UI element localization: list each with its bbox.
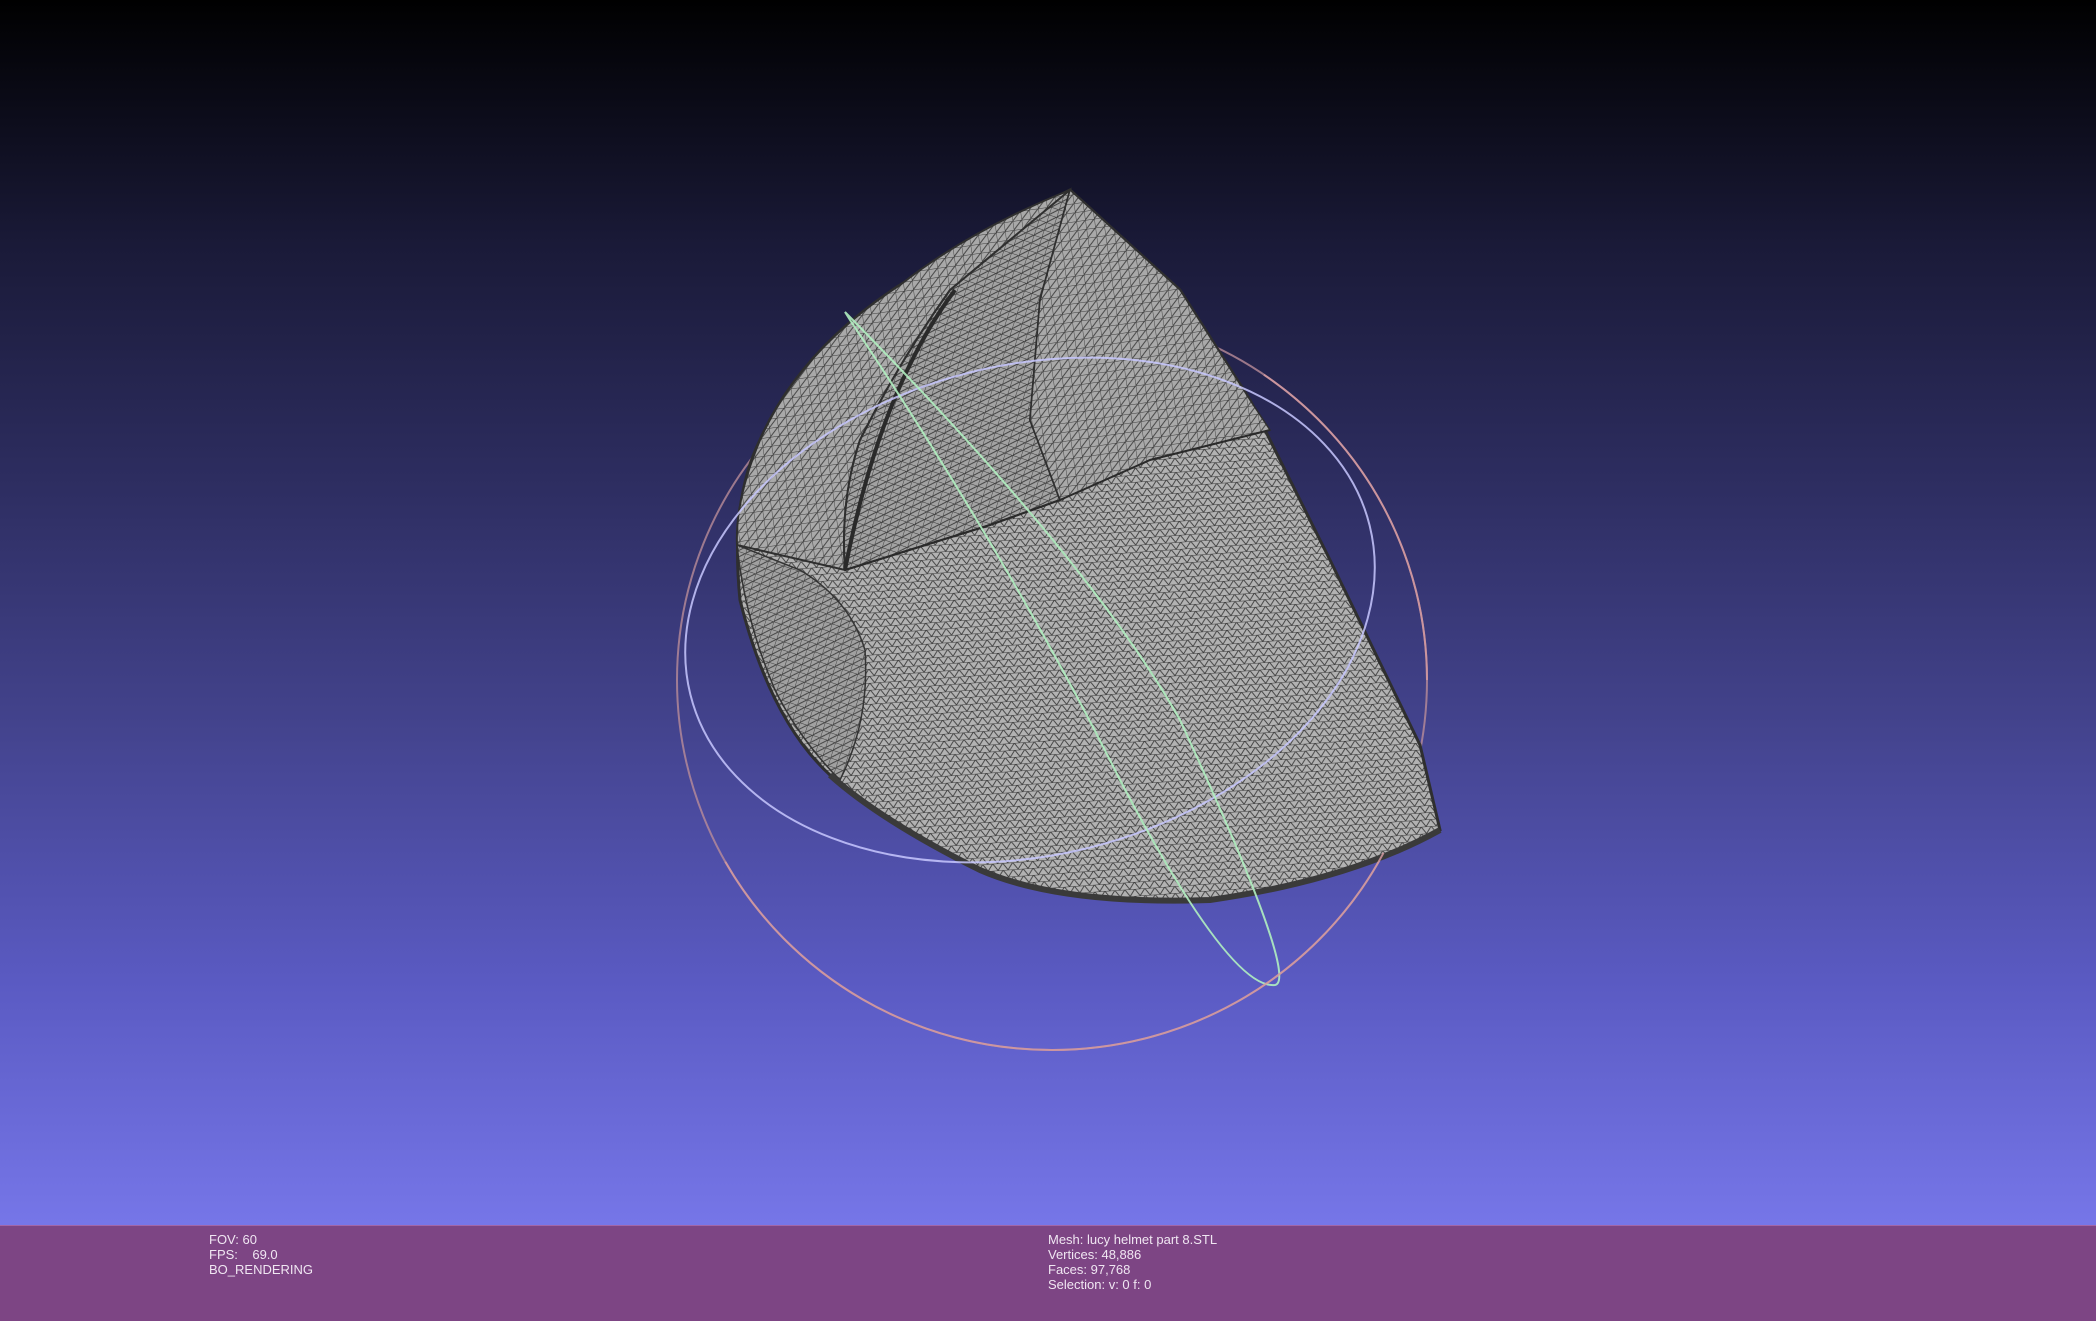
render-info: FOV: 60 FPS: 69.0 BO_RENDERING xyxy=(209,1232,313,1277)
mesh-info: Mesh: lucy helmet part 8.STL Vertices: 4… xyxy=(1048,1232,1217,1292)
scene-canvas[interactable] xyxy=(0,0,2096,1225)
mesh-name-text: Mesh: lucy helmet part 8.STL xyxy=(1048,1232,1218,1247)
vertices-text: Vertices: 48,886 xyxy=(1048,1247,1142,1262)
fps-text: FPS: 69.0 xyxy=(209,1247,278,1262)
faces-text: Faces: 97,768 xyxy=(1048,1262,1131,1277)
status-info-bar: FOV: 60 FPS: 69.0 BO_RENDERING Mesh: luc… xyxy=(0,1225,2096,1321)
helmet-mesh[interactable] xyxy=(735,187,1442,904)
selection-text: Selection: v: 0 f: 0 xyxy=(1048,1277,1152,1292)
render-mode-text: BO_RENDERING xyxy=(209,1262,314,1277)
fov-text: FOV: 60 xyxy=(209,1232,257,1247)
3d-viewport[interactable] xyxy=(0,0,2096,1225)
